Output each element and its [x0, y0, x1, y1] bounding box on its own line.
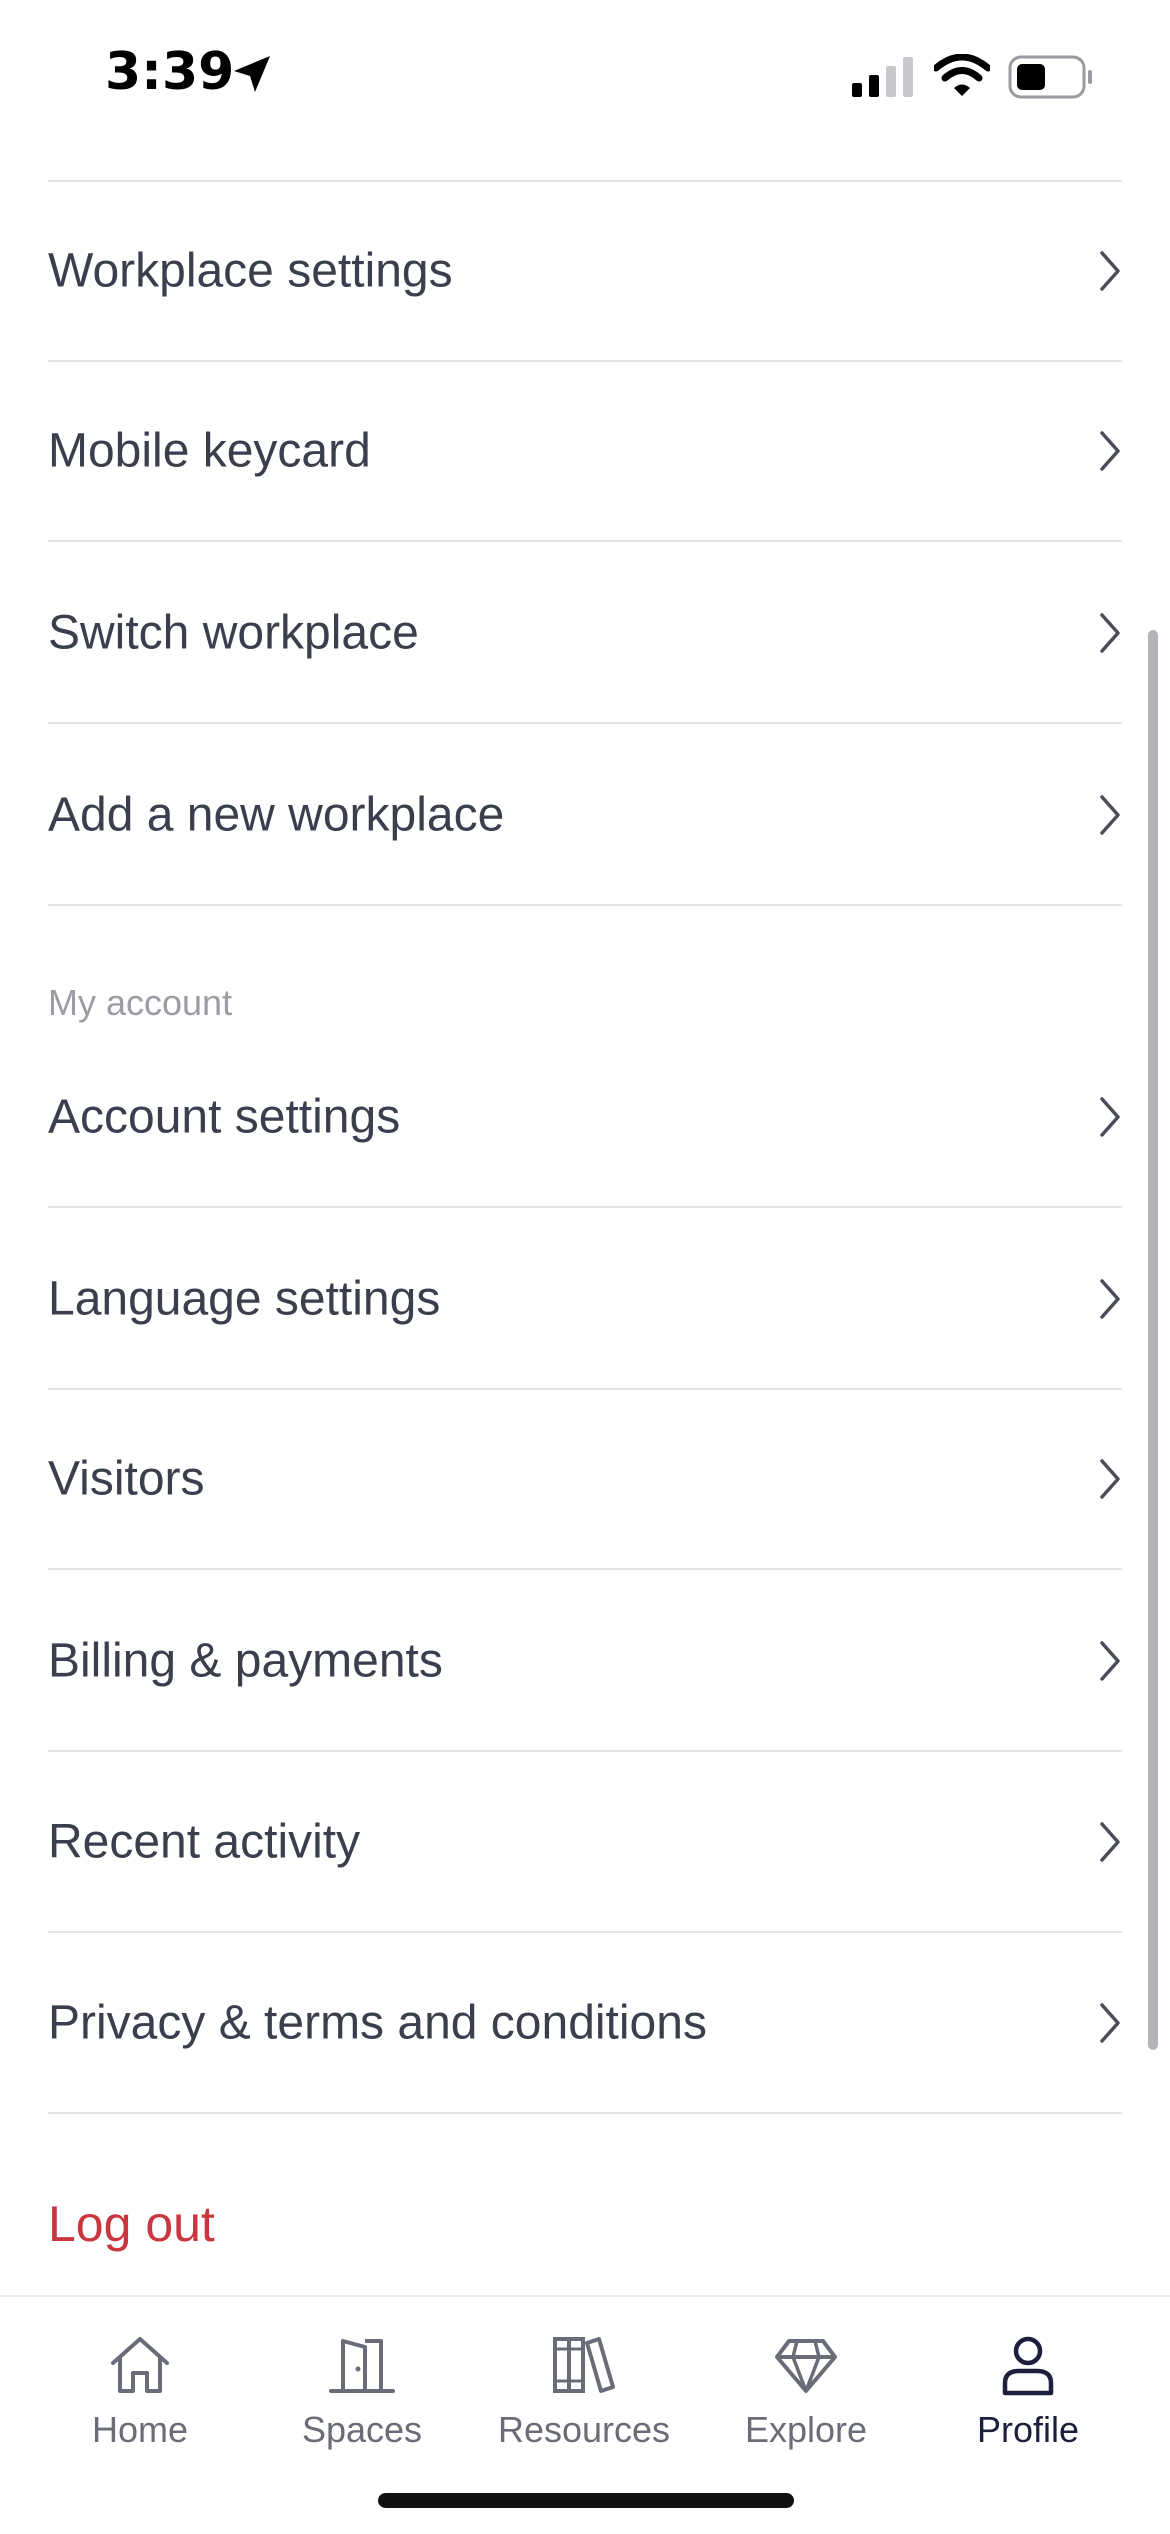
tab-label: Spaces — [301, 2409, 423, 2450]
menu-item-label: Privacy & terms and conditions — [48, 1996, 707, 2050]
cellular-signal-icon — [852, 57, 913, 97]
tab-label: Resources — [497, 2409, 671, 2450]
chevron-right-icon — [1100, 1097, 1120, 1137]
menu-item-visitors[interactable]: Visitors — [48, 1390, 1122, 1570]
chevron-right-icon — [1100, 1641, 1120, 1681]
menu-item-add-workplace[interactable]: Add a new workplace — [48, 726, 1122, 906]
menu-item-billing-payments[interactable]: Billing & payments — [48, 1572, 1122, 1752]
menu-item-label: Mobile keycard — [48, 424, 371, 478]
menu-item-label: Workplace settings — [48, 244, 453, 298]
location-arrow-icon — [234, 56, 270, 92]
battery-icon — [1008, 55, 1092, 99]
status-bar: 3:39 — [0, 0, 1170, 150]
tab-label: Home — [91, 2409, 189, 2450]
menu-item-label: Language settings — [48, 1272, 441, 1326]
chevron-right-icon — [1100, 2003, 1120, 2043]
menu-item-recent-activity[interactable]: Recent activity — [48, 1753, 1122, 1933]
tab-label: Explore — [744, 2409, 868, 2450]
chevron-right-icon — [1100, 431, 1120, 471]
menu-item-language-settings[interactable]: Language settings — [48, 1210, 1122, 1390]
home-icon — [111, 2337, 169, 2393]
diamond-icon — [775, 2339, 837, 2393]
person-icon — [1002, 2336, 1054, 2396]
menu-item-privacy-terms[interactable]: Privacy & terms and conditions — [48, 1934, 1122, 2114]
wifi-icon — [934, 54, 990, 96]
door-icon — [329, 2339, 395, 2393]
books-icon — [553, 2337, 615, 2393]
logout-button[interactable]: Log out — [48, 2195, 215, 2253]
menu-item-label: Switch workplace — [48, 606, 419, 660]
section-header-my-account: My account — [48, 982, 233, 1023]
menu-item-label: Account settings — [48, 1090, 401, 1144]
chevron-right-icon — [1100, 251, 1120, 291]
chevron-right-icon — [1100, 1459, 1120, 1499]
scrollbar[interactable] — [1148, 630, 1158, 2050]
tab-explore[interactable]: Explore — [696, 2333, 916, 2463]
tab-label: Profile — [976, 2409, 1080, 2450]
chevron-right-icon — [1100, 613, 1120, 653]
menu-item-mobile-keycard[interactable]: Mobile keycard — [48, 362, 1122, 542]
menu-item-switch-workplace[interactable]: Switch workplace — [48, 544, 1122, 724]
menu-item-workplace-settings[interactable]: Workplace settings — [48, 182, 1122, 362]
menu-item-label: Recent activity — [48, 1815, 361, 1869]
chevron-right-icon — [1100, 1279, 1120, 1319]
home-indicator[interactable] — [378, 2493, 794, 2508]
tab-home[interactable]: Home — [30, 2333, 250, 2463]
menu-item-label: Visitors — [48, 1452, 205, 1506]
tab-profile[interactable]: Profile — [918, 2333, 1138, 2463]
menu-item-account-settings[interactable]: Account settings — [48, 1028, 1122, 1208]
status-time: 3:39 — [105, 42, 235, 102]
chevron-right-icon — [1100, 795, 1120, 835]
tab-resources[interactable]: Resources — [474, 2333, 694, 2463]
chevron-right-icon — [1100, 1822, 1120, 1862]
tab-spaces[interactable]: Spaces — [252, 2333, 472, 2463]
menu-item-label: Add a new workplace — [48, 788, 505, 842]
menu-item-label: Billing & payments — [48, 1634, 443, 1688]
